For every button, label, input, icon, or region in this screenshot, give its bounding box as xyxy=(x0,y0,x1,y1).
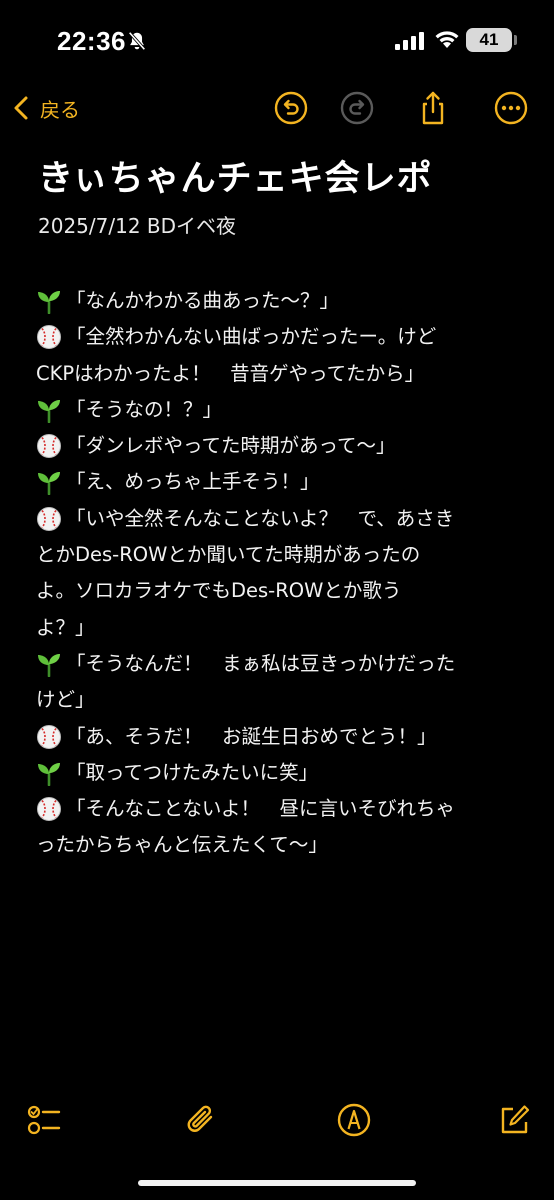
dialogue-line: 「ダンレボやってた時期があって〜」 xyxy=(36,428,526,464)
dialogue-line: とかDes-ROWとか聞いてた時期があったの xyxy=(36,537,526,573)
bell-slash-icon xyxy=(128,31,146,51)
back-label: 戻る xyxy=(40,97,80,122)
note-title[interactable]: きぃちゃんチェキ会レポ xyxy=(38,150,433,201)
markup-pen-icon[interactable] xyxy=(336,1102,372,1138)
back-button[interactable]: 戻る xyxy=(12,90,80,126)
dialogue-text: けど」 xyxy=(36,688,95,712)
dialogue-line: 「そうなんだ！ まぁ私は豆きっかけだった xyxy=(36,646,526,682)
dialogue-line: よ？」 xyxy=(36,610,526,646)
dialogue-line: 「そんなことないよ！ 昼に言いそびれちゃ xyxy=(36,791,526,827)
dialogue-text: 「そうなの！？」 xyxy=(66,397,223,421)
baseball-emoji-icon xyxy=(36,501,66,537)
dialogue-text: とかDes-ROWとか聞いてた時期があったの xyxy=(36,543,421,567)
dialogue-text: 「なんかわかる曲あった〜？」 xyxy=(66,289,340,312)
dialogue-text: CKPはわかったよ！ 昔音ゲやってたから」 xyxy=(36,361,425,385)
dialogue-text: 「え、めっちゃ上手そう！」 xyxy=(66,470,320,494)
dialogue-line: 「取ってつけたみたいに笑」 xyxy=(36,755,526,791)
dialogue-text: 「そんなことないよ！ 昼に言いそびれちゃ xyxy=(66,797,456,821)
wifi-icon xyxy=(435,31,459,48)
dialogue-text: 「ダンレボやってた時期があって〜」 xyxy=(66,434,396,458)
dialogue-line: 「いや全然そんなことないよ？ で、あさき xyxy=(36,501,526,537)
dialogue-text: よ。ソロカラオケでもDes-ROWとか歌う xyxy=(36,579,402,603)
battery-nub xyxy=(514,35,517,45)
dialogue-text: 「全然わかんない曲ばっかだったー。けど xyxy=(66,325,437,349)
dialogue-line: 「なんかわかる曲あった〜？」 xyxy=(36,283,526,319)
nav-bar: 戻る xyxy=(0,86,554,130)
dialogue-line: ったからちゃんと伝えたくて〜」 xyxy=(36,827,526,863)
dialogue-text: 「いや全然そんなことないよ？ で、あさき xyxy=(66,506,455,530)
redo-icon[interactable] xyxy=(339,90,375,126)
checklist-icon[interactable] xyxy=(26,1102,62,1138)
dialogue-line: 「え、めっちゃ上手そう！」 xyxy=(36,464,526,500)
dialogue-line: CKPはわかったよ！ 昔音ゲやってたから」 xyxy=(36,356,526,392)
note-date-line[interactable]: 2025/7/12 BDイベ夜 xyxy=(38,210,236,239)
dialogue-text: よ？」 xyxy=(36,615,95,639)
home-indicator xyxy=(138,1180,416,1186)
baseball-emoji-icon xyxy=(36,791,66,827)
status-bar: 22:36 41 xyxy=(0,0,554,86)
dialogue-line: 「あ、そうだ！ お誕生日おめでとう！」 xyxy=(36,719,526,755)
dialogue-line: 「そうなの！？」 xyxy=(36,392,526,428)
cellular-signal-icon xyxy=(395,32,424,50)
dialogue-text: 「そうなんだ！ まぁ私は豆きっかけだった xyxy=(66,651,456,675)
dialogue-text: 「取ってつけたみたいに笑」 xyxy=(66,760,319,784)
dialogue-line: よ。ソロカラオケでもDes-ROWとか歌う xyxy=(36,573,526,609)
undo-icon[interactable] xyxy=(273,90,309,126)
status-time: 22:36 xyxy=(57,26,126,56)
chevron-left-icon xyxy=(14,96,28,120)
baseball-emoji-icon xyxy=(36,428,66,464)
sprout-emoji-icon xyxy=(36,392,66,428)
sprout-emoji-icon xyxy=(36,646,66,682)
baseball-emoji-icon xyxy=(36,719,66,755)
share-icon[interactable] xyxy=(415,90,451,126)
sprout-emoji-icon xyxy=(36,464,66,500)
paperclip-icon[interactable] xyxy=(184,1102,220,1138)
baseball-emoji-icon xyxy=(36,319,66,355)
dialogue-text: ったからちゃんと伝えたくて〜」 xyxy=(36,833,328,857)
note-body[interactable]: 「なんかわかる曲あった〜？」「全然わかんない曲ばっかだったー。けど CKPはわかっ… xyxy=(36,283,526,864)
sprout-emoji-icon xyxy=(36,283,66,319)
more-icon[interactable] xyxy=(493,90,529,126)
battery-icon: 41 xyxy=(466,28,512,52)
dialogue-text: 「あ、そうだ！ お誕生日おめでとう！」 xyxy=(66,724,437,748)
compose-icon[interactable] xyxy=(496,1102,532,1138)
battery-level: 41 xyxy=(479,30,499,49)
dialogue-line: 「全然わかんない曲ばっかだったー。けど xyxy=(36,319,526,355)
dialogue-line: けど」 xyxy=(36,682,526,718)
bottom-toolbar xyxy=(0,1098,554,1142)
sprout-emoji-icon xyxy=(36,755,66,791)
